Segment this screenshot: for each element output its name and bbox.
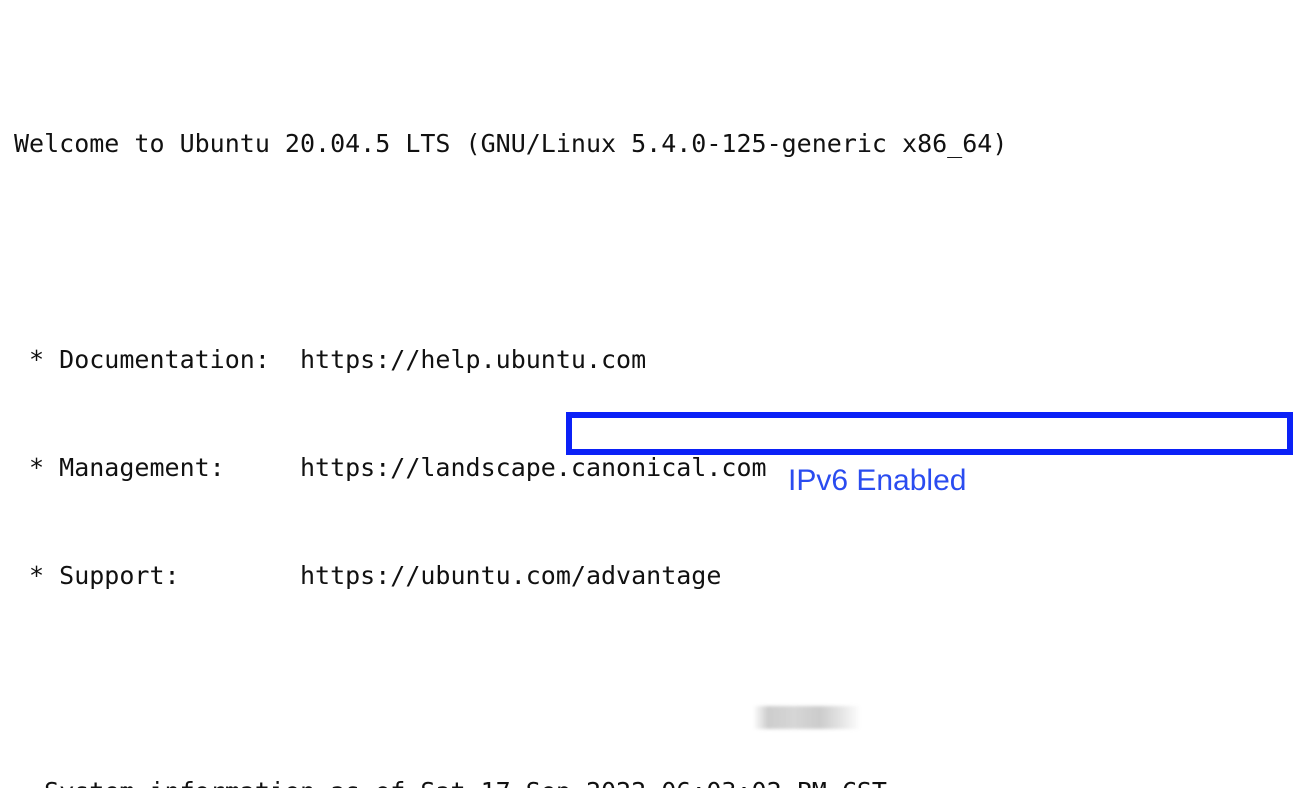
system-information-header: System information as of Sat 17 Sep 2022… [14, 774, 1314, 788]
documentation-line: * Documentation: https://help.ubuntu.com [14, 345, 647, 374]
management-line: * Management: https://landscape.canonica… [14, 453, 767, 482]
support-line: * Support: https://ubuntu.com/advantage [14, 561, 722, 590]
ipv6-enabled-annotation: IPv6 Enabled [788, 464, 967, 497]
welcome-line: Welcome to Ubuntu 20.04.5 LTS (GNU/Linux… [14, 129, 1008, 158]
terminal-screen[interactable]: Welcome to Ubuntu 20.04.5 LTS (GNU/Linux… [0, 0, 1316, 788]
redacted-ip-block [753, 706, 861, 729]
terminal-output: Welcome to Ubuntu 20.04.5 LTS (GNU/Linux… [14, 18, 1314, 788]
